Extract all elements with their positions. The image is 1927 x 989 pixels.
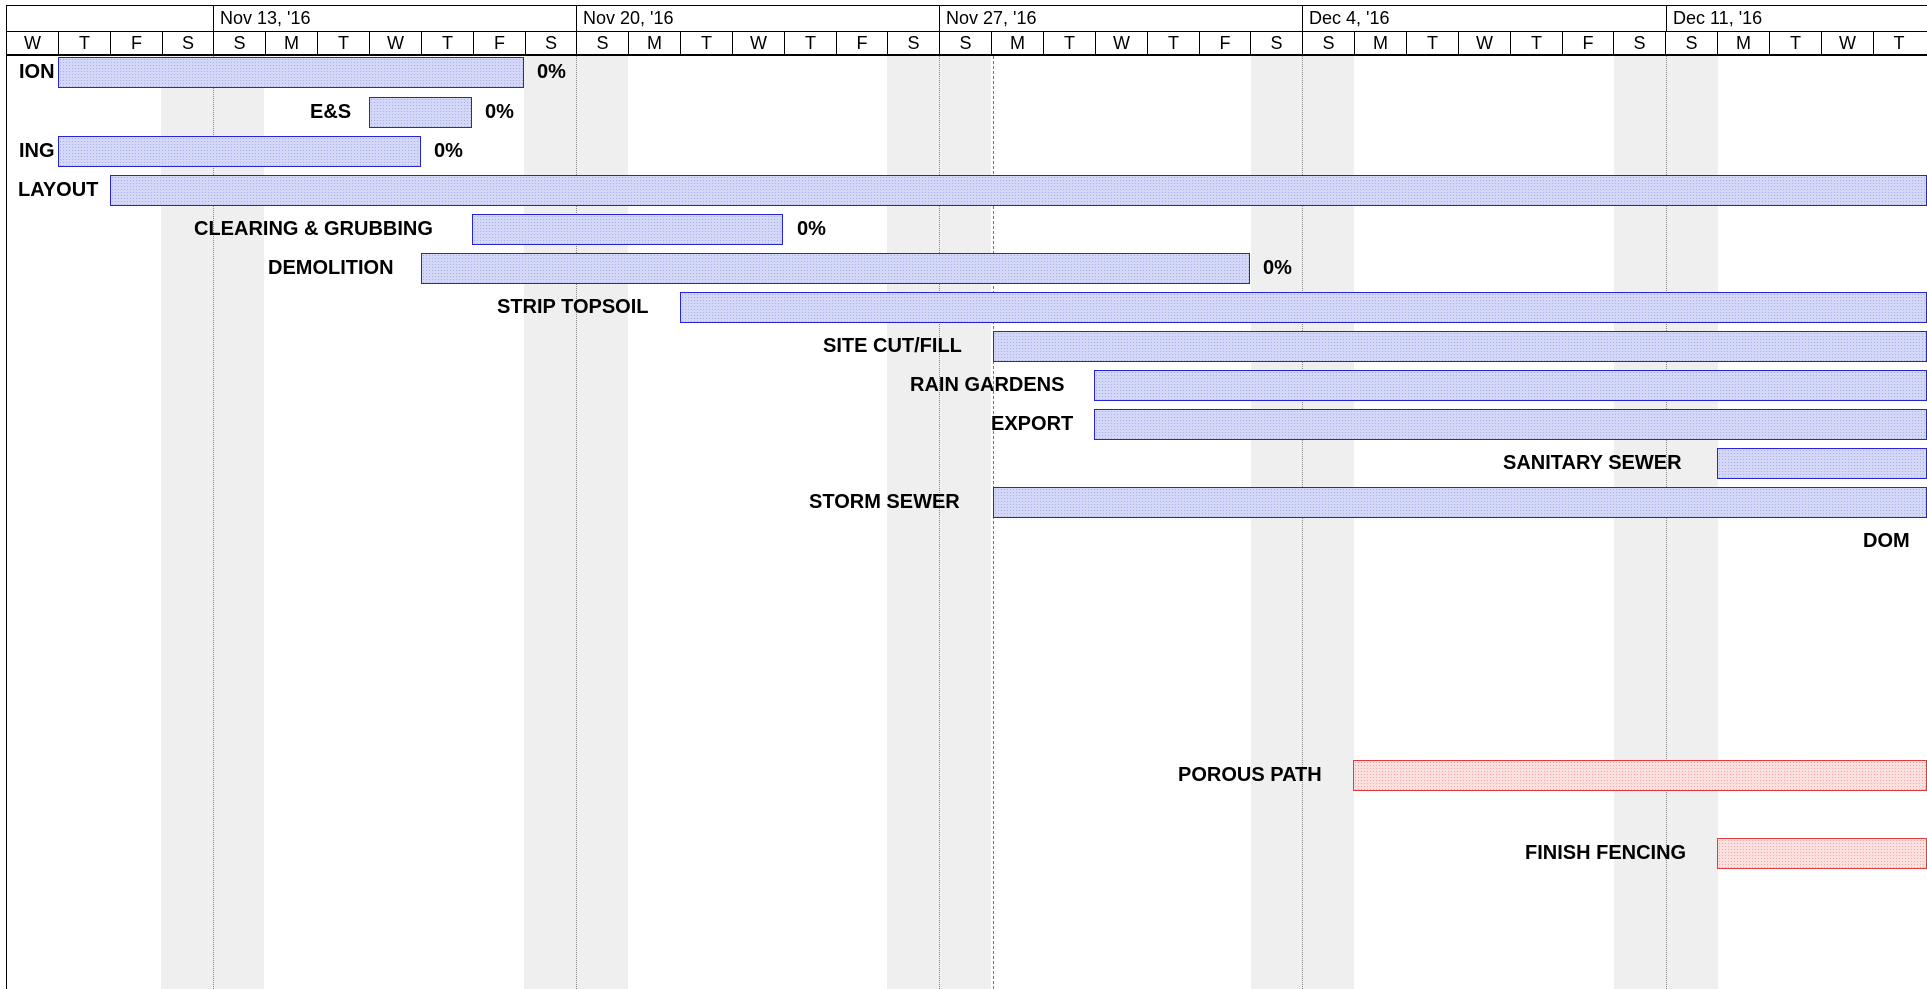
day-header-cell: F xyxy=(1199,32,1250,54)
task-label: LAYOUT xyxy=(18,179,99,201)
day-header-cell: W xyxy=(1095,32,1147,54)
day-header-cell: M xyxy=(991,32,1043,54)
percent-complete: 0% xyxy=(434,140,463,162)
day-header-cell: S xyxy=(939,32,991,54)
day-header-cell: F xyxy=(110,32,162,54)
day-header-cell: S xyxy=(162,32,213,54)
week-header: Nov 20, '16 xyxy=(576,5,939,31)
task-label: RAIN GARDENS xyxy=(910,374,1065,396)
day-header-cell: W xyxy=(369,32,421,54)
day-header-cell: T xyxy=(1043,32,1095,54)
day-header-cell: S xyxy=(213,32,265,54)
day-header-cell: T xyxy=(1510,32,1562,54)
day-header-cell: T xyxy=(1769,32,1821,54)
task-bar[interactable] xyxy=(993,487,1927,518)
task-label: SANITARY SEWER xyxy=(1503,452,1682,474)
task-label: E&S xyxy=(310,101,352,123)
day-header-cell: W xyxy=(1821,32,1873,54)
day-header-cell: S xyxy=(887,32,939,54)
day-header-cell: T xyxy=(1873,32,1924,54)
task-bar[interactable] xyxy=(993,331,1927,362)
day-header-cell: F xyxy=(473,32,525,54)
task-bar[interactable] xyxy=(1717,838,1927,869)
day-header-cell: S xyxy=(576,32,628,54)
day-header-cell: S xyxy=(1613,32,1665,54)
task-label: DEMOLITION xyxy=(268,257,394,279)
task-bar[interactable] xyxy=(110,175,1927,206)
percent-complete: 0% xyxy=(1263,257,1292,279)
day-header-cell: T xyxy=(58,32,110,54)
day-header-cell: S xyxy=(1665,32,1717,54)
task-label: ION xyxy=(19,61,55,83)
week-header xyxy=(6,5,213,31)
day-header-cell: F xyxy=(836,32,887,54)
day-header-cell: M xyxy=(628,32,680,54)
day-header-cell: T xyxy=(421,32,473,54)
task-bar[interactable] xyxy=(1094,409,1927,440)
day-header-cell: M xyxy=(1717,32,1769,54)
day-header-cell: S xyxy=(525,32,576,54)
task-label: STORM SEWER xyxy=(809,491,960,513)
task-label: FINISH FENCING xyxy=(1525,842,1687,864)
week-header: Dec 11, '16 xyxy=(1666,5,1927,31)
day-header-cell: T xyxy=(1147,32,1199,54)
task-label: POROUS PATH xyxy=(1178,764,1322,786)
day-header-cell: M xyxy=(1354,32,1406,54)
week-header: Nov 13, '16 xyxy=(213,5,576,31)
week-header: Nov 27, '16 xyxy=(939,5,1302,31)
day-header-cell: W xyxy=(6,32,58,54)
day-header-cell: W xyxy=(1458,32,1510,54)
task-bar[interactable] xyxy=(1094,370,1927,401)
task-label: EXPORT xyxy=(991,413,1074,435)
percent-complete: 0% xyxy=(485,101,514,123)
day-header-cell: S xyxy=(1302,32,1354,54)
day-header-cell: F xyxy=(1562,32,1613,54)
task-bar[interactable] xyxy=(1717,448,1927,479)
task-bar[interactable] xyxy=(1353,760,1927,791)
task-bar[interactable] xyxy=(369,97,472,128)
week-header: Dec 4, '16 xyxy=(1302,5,1666,31)
task-label: ING xyxy=(19,140,55,162)
day-header-cell: S xyxy=(1250,32,1302,54)
task-bar[interactable] xyxy=(472,214,783,245)
day-header-cell: T xyxy=(784,32,836,54)
task-bar[interactable] xyxy=(58,57,524,88)
task-label: SITE CUT/FILL xyxy=(823,335,962,357)
percent-complete: 0% xyxy=(797,218,826,240)
percent-complete: 0% xyxy=(537,61,566,83)
day-header-cell: T xyxy=(317,32,369,54)
day-header-cell: T xyxy=(1406,32,1458,54)
day-header-cell: M xyxy=(265,32,317,54)
task-bar[interactable] xyxy=(58,136,421,167)
task-label: CLEARING & GRUBBING xyxy=(194,218,433,240)
day-header-cell: T xyxy=(680,32,732,54)
gantt-chart: Nov 13, '16 Nov 20, '16 Nov 27, '16 Dec … xyxy=(0,0,1927,989)
task-label: STRIP TOPSOIL xyxy=(497,296,649,318)
day-header-cell: W xyxy=(732,32,784,54)
task-label: DOM xyxy=(1863,530,1910,552)
task-bar[interactable] xyxy=(421,253,1250,284)
task-bar[interactable] xyxy=(680,292,1927,323)
header-bottom-line xyxy=(6,54,1927,56)
